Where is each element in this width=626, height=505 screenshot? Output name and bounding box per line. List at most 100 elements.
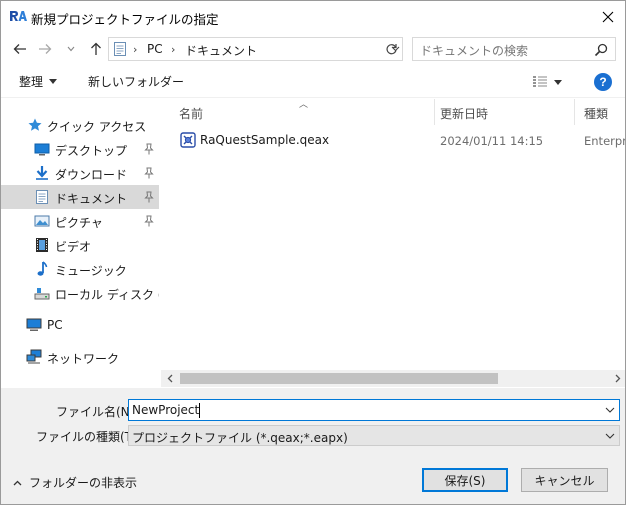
navigation-pane[interactable]: クイック アクセス デスクトップ ダウンロード ドキュメント ピクチャ ビデオ … — [1, 99, 180, 387]
project-file-icon — [180, 132, 196, 148]
arrow-right-icon — [39, 44, 52, 54]
help-icon: ? — [599, 75, 607, 89]
network-icon — [26, 349, 42, 364]
arrow-left-icon — [13, 44, 26, 54]
sidebar-item-label: ネットワーク — [47, 352, 120, 366]
pictures-icon — [34, 215, 50, 227]
close-icon — [602, 11, 614, 23]
arrow-up-icon — [91, 42, 101, 55]
column-divider[interactable] — [574, 99, 575, 125]
app-logo-icon — [9, 9, 27, 23]
sidebar-item-label: ビデオ — [55, 240, 92, 254]
scroll-left-button[interactable] — [163, 372, 177, 385]
sidebar-item-local-disk[interactable]: ローカル ディスク (C:) — [1, 281, 180, 305]
documents-icon — [114, 42, 126, 56]
sidebar-item-pc[interactable]: PC — [1, 313, 159, 337]
recent-locations-button[interactable] — [63, 38, 79, 60]
text-caret — [199, 403, 200, 418]
file-modified: 2024/01/11 14:15 — [440, 134, 544, 148]
sidebar-item-label: ドキュメント — [55, 192, 128, 206]
save-button[interactable]: 保存(S) — [422, 468, 508, 492]
column-header-type[interactable]: 種類 — [584, 102, 625, 124]
file-type: Enterpri — [584, 134, 626, 148]
sidebar-item-desktop[interactable]: デスクトップ — [1, 137, 159, 161]
change-view-button[interactable] — [532, 73, 568, 91]
hide-folders-toggle[interactable]: フォルダーの非表示 — [13, 474, 137, 491]
address-bar[interactable]: › PC › ドキュメント — [108, 37, 403, 61]
breadcrumb-pc[interactable]: PC — [147, 42, 163, 56]
breadcrumb-separator: › — [171, 43, 176, 56]
chevron-right-icon — [615, 374, 621, 383]
refresh-button[interactable] — [380, 37, 403, 61]
chevron-left-icon — [167, 374, 173, 383]
caret-down-icon — [554, 79, 562, 85]
sidebar-item-label: ピクチャ — [55, 216, 103, 230]
refresh-icon — [385, 43, 397, 54]
computer-icon — [26, 318, 42, 331]
table-row[interactable]: RaQuestSample.qeax 2024/01/11 14:15 Ente… — [161, 129, 626, 151]
scroll-right-button[interactable] — [611, 372, 625, 385]
video-icon — [36, 238, 48, 252]
organize-button[interactable]: 整理 — [19, 73, 58, 90]
sidebar-item-label: PC — [47, 318, 63, 332]
sidebar-item-downloads[interactable]: ダウンロード — [1, 161, 159, 185]
sidebar-item-quick-access[interactable]: クイック アクセス — [1, 113, 159, 137]
filetype-dropdown-button[interactable] — [603, 429, 617, 443]
chevron-down-icon — [67, 46, 75, 52]
column-header-name[interactable]: 名前 — [179, 102, 434, 124]
column-header-modified[interactable]: 更新日時 — [440, 102, 572, 124]
new-folder-button[interactable]: 新しいフォルダー — [88, 73, 184, 90]
filetype-select[interactable]: プロジェクトファイル (*.qeax;*.eapx) — [128, 425, 620, 446]
sidebar-item-label: ミュージック — [55, 264, 127, 278]
view-details-icon — [533, 76, 547, 87]
download-icon — [36, 166, 48, 180]
search-icon[interactable] — [593, 42, 609, 58]
sidebar-item-videos[interactable]: ビデオ — [1, 233, 159, 257]
horizontal-scrollbar[interactable] — [161, 370, 625, 387]
sidebar-item-pictures[interactable]: ピクチャ — [1, 209, 159, 233]
dialog-footer: ファイル名(N): NewProject ファイルの種類(T): プロジェクトフ… — [1, 388, 625, 504]
navigation-row: › PC › ドキュメント ドキュメントの検索 — [1, 34, 625, 64]
up-button[interactable] — [85, 38, 107, 60]
organize-label: 整理 — [19, 75, 44, 89]
sidebar-item-network[interactable]: ネットワーク — [1, 345, 159, 369]
cancel-button[interactable]: キャンセル — [521, 468, 608, 492]
filename-input[interactable]: NewProject — [132, 403, 199, 417]
search-box[interactable]: ドキュメントの検索 — [412, 37, 616, 61]
breadcrumb-separator: › — [133, 43, 138, 56]
chevron-down-icon — [605, 407, 615, 413]
filename-dropdown-button[interactable] — [603, 403, 617, 417]
desktop-icon — [34, 143, 50, 156]
breadcrumb-documents[interactable]: ドキュメント — [185, 42, 257, 59]
window-title: 新規プロジェクトファイルの指定 — [31, 12, 219, 27]
chevron-up-icon — [13, 480, 22, 485]
pin-icon[interactable] — [144, 143, 154, 155]
back-button[interactable] — [9, 38, 31, 60]
chevron-down-icon — [605, 433, 615, 439]
hard-drive-icon — [34, 288, 50, 300]
filetype-label: ファイルの種類(T): — [36, 430, 141, 444]
title-bar: 新規プロジェクトファイルの指定 — [1, 1, 625, 33]
column-divider[interactable] — [434, 99, 435, 125]
pin-icon[interactable] — [144, 191, 154, 203]
documents-icon — [36, 190, 48, 204]
file-list[interactable]: ︿ 名前 更新日時 種類 RaQuestSample.qeax 2024/01/… — [161, 99, 626, 387]
forward-button[interactable] — [34, 38, 56, 60]
pin-icon[interactable] — [144, 167, 154, 179]
sidebar-item-music[interactable]: ミュージック — [1, 257, 159, 281]
save-file-dialog: 新規プロジェクトファイルの指定 › PC › ドキュメント ドキュメントの検索 … — [0, 0, 626, 505]
scrollbar-thumb[interactable] — [180, 373, 498, 384]
caret-down-icon — [49, 79, 58, 84]
sidebar-item-label: ダウンロード — [55, 168, 128, 182]
help-button[interactable]: ? — [594, 73, 612, 91]
search-input[interactable]: ドキュメントの検索 — [420, 42, 528, 59]
filename-label: ファイル名(N): — [56, 405, 139, 419]
hide-folders-label: フォルダーの非表示 — [29, 476, 138, 490]
sidebar-item-documents[interactable]: ドキュメント — [1, 185, 159, 209]
sidebar-item-label: クイック アクセス — [47, 120, 147, 134]
pin-icon[interactable] — [144, 215, 154, 227]
file-name: RaQuestSample.qeax — [200, 133, 330, 147]
sidebar-item-label: デスクトップ — [55, 144, 128, 158]
filename-combobox[interactable]: NewProject — [128, 399, 620, 421]
close-button[interactable] — [589, 1, 625, 33]
